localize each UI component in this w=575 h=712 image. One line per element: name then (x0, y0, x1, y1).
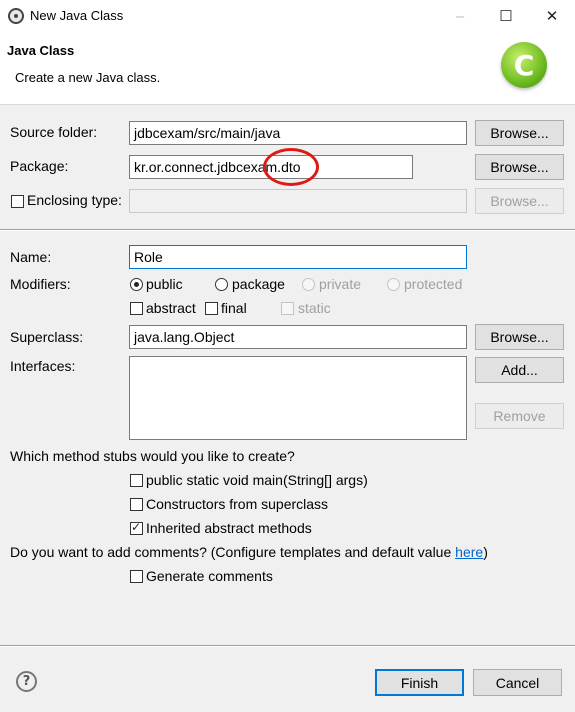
modifier-public-radio[interactable] (130, 278, 143, 291)
source-folder-browse-button[interactable]: Browse... (475, 120, 564, 146)
superclass-field[interactable]: java.lang.Object (129, 325, 467, 349)
configure-templates-link[interactable]: here (455, 544, 483, 560)
comments-question: Do you want to add comments? (Configure … (10, 544, 488, 560)
maximize-icon[interactable]: ☐ (483, 0, 529, 32)
enclosing-type-checkbox[interactable] (11, 195, 24, 208)
stub-inherited-checkbox[interactable] (130, 520, 143, 535)
modifier-package-radio[interactable] (215, 278, 228, 291)
package-field[interactable]: kr.or.connect.jdbcexam.dto (129, 155, 413, 179)
comments-question-suffix: ) (483, 544, 488, 560)
modifier-final-checkbox[interactable] (205, 302, 218, 315)
interfaces-remove-button: Remove (475, 403, 564, 429)
modifier-private-radio (302, 278, 315, 291)
interfaces-add-button[interactable]: Add... (475, 357, 564, 383)
class-name-field[interactable]: Role (129, 245, 467, 269)
eclipse-window-icon (8, 8, 24, 24)
wizard-description: Create a new Java class. (15, 70, 161, 85)
modifier-static-label: static (298, 300, 331, 316)
stub-constructors-checkbox[interactable] (130, 498, 143, 511)
superclass-browse-button[interactable]: Browse... (475, 324, 564, 350)
minimize-icon[interactable]: – (437, 0, 483, 32)
stub-inherited-label[interactable]: Inherited abstract methods (146, 520, 312, 536)
modifier-protected-label: protected (404, 276, 463, 292)
method-stubs-question: Which method stubs would you like to cre… (10, 448, 295, 464)
footer-separator (0, 645, 575, 647)
stub-constructors-label[interactable]: Constructors from superclass (146, 496, 328, 512)
wizard-banner (0, 32, 575, 105)
modifier-abstract-label[interactable]: abstract (146, 300, 196, 316)
package-label: Package: (10, 158, 69, 174)
modifier-private-label: private (319, 276, 362, 292)
source-folder-label: Source folder: (10, 124, 98, 140)
separator (0, 229, 575, 231)
comments-question-text: Do you want to add comments? (Configure … (10, 544, 456, 560)
wizard-title: Java Class (7, 43, 75, 58)
interfaces-list[interactable] (129, 356, 467, 440)
cancel-button[interactable]: Cancel (473, 669, 562, 696)
modifier-protected-radio (387, 278, 400, 291)
modifier-package-label[interactable]: package (232, 276, 285, 292)
stub-main-checkbox[interactable] (130, 474, 143, 487)
generate-comments-checkbox[interactable] (130, 570, 143, 583)
java-class-icon: C (501, 42, 547, 88)
finish-button[interactable]: Finish (375, 669, 464, 696)
enclosing-type-field (129, 189, 467, 213)
modifier-final-label[interactable]: final (221, 300, 247, 316)
modifiers-label: Modifiers: (10, 276, 71, 292)
interfaces-label: Interfaces: (10, 358, 76, 374)
window-title: New Java Class (30, 8, 124, 23)
enclosing-type-label: Enclosing type: (27, 192, 122, 208)
name-label: Name: (10, 249, 52, 265)
stub-main-label[interactable]: public static void main(String[] args) (146, 472, 368, 488)
close-icon[interactable]: ✕ (529, 0, 575, 32)
modifier-public-label[interactable]: public (146, 276, 183, 292)
modifier-static-checkbox (281, 302, 294, 315)
generate-comments-label[interactable]: Generate comments (146, 568, 273, 584)
help-icon[interactable]: ? (16, 671, 37, 692)
modifier-abstract-checkbox[interactable] (130, 302, 143, 315)
source-folder-field[interactable]: jdbcexam/src/main/java (129, 121, 467, 145)
package-browse-button[interactable]: Browse... (475, 154, 564, 180)
superclass-label: Superclass: (10, 329, 84, 345)
enclosing-type-browse-button: Browse... (475, 188, 564, 214)
